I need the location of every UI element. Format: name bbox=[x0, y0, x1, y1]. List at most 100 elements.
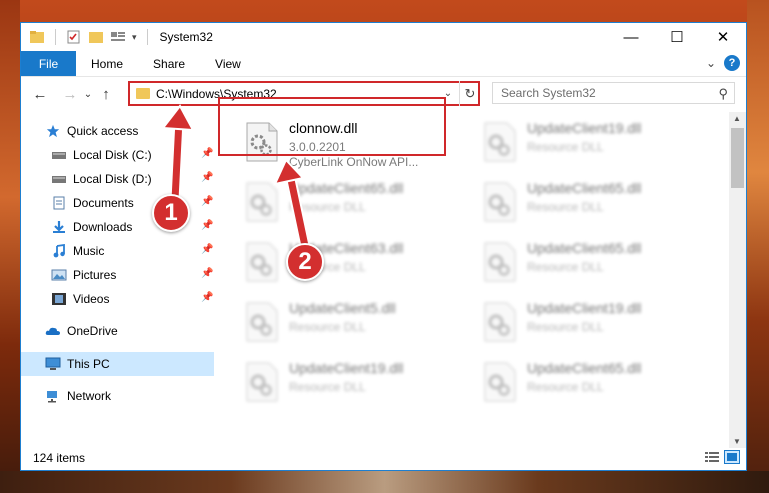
expand-ribbon-icon[interactable]: ⌄ bbox=[706, 56, 716, 70]
file-type: Resource DLL bbox=[289, 200, 366, 214]
callout-2: 2 bbox=[286, 243, 324, 281]
pc-icon bbox=[45, 357, 61, 370]
nav-item-local-disk-d[interactable]: Local Disk (D:) 📌 bbox=[51, 168, 213, 190]
desktop-background-bottom bbox=[0, 471, 769, 493]
tab-home[interactable]: Home bbox=[76, 51, 138, 76]
pin-icon[interactable]: 📌 bbox=[201, 148, 213, 159]
status-bar: 124 items bbox=[21, 446, 746, 470]
details-view-icon[interactable] bbox=[704, 450, 720, 464]
dll-file-icon bbox=[246, 362, 278, 402]
nav-item-videos[interactable]: Videos 📌 bbox=[51, 288, 213, 310]
pin-icon[interactable]: 📌 bbox=[201, 292, 213, 303]
pin-icon[interactable]: 📌 bbox=[201, 172, 213, 183]
nav-item-label: Network bbox=[67, 389, 112, 403]
properties-icon[interactable] bbox=[66, 30, 82, 44]
nav-item-label: Videos bbox=[73, 292, 110, 306]
forward-button[interactable]: → bbox=[59, 83, 81, 105]
scroll-up-icon[interactable]: ▲ bbox=[733, 114, 741, 123]
pin-icon[interactable]: 📌 bbox=[201, 196, 213, 207]
main-area: Quick access Local Disk (C:) 📌 Local Dis… bbox=[21, 112, 746, 448]
nav-item-label: OneDrive bbox=[67, 324, 118, 338]
search-placeholder: Search System32 bbox=[501, 86, 596, 100]
nav-item-label: Documents bbox=[73, 196, 134, 210]
nav-item-pictures[interactable]: Pictures 📌 bbox=[51, 264, 213, 286]
nav-item-documents[interactable]: Documents 📌 bbox=[51, 192, 213, 214]
file-item[interactable]: UpdateClient65.dll Resource DLL bbox=[479, 352, 704, 408]
search-icon[interactable]: ⚲ bbox=[718, 86, 728, 102]
dll-file-icon bbox=[484, 122, 516, 162]
file-name: UpdateClient65.dll bbox=[527, 180, 642, 196]
minimize-button[interactable]: — bbox=[608, 23, 654, 51]
tab-file[interactable]: File bbox=[21, 51, 76, 76]
file-type: Resource DLL bbox=[527, 260, 604, 274]
file-item[interactable]: UpdateClient19.dll Resource DLL bbox=[479, 292, 704, 348]
tab-share[interactable]: Share bbox=[138, 51, 200, 76]
dll-file-icon bbox=[484, 302, 516, 342]
file-item[interactable]: UpdateClient19.dll Resource DLL bbox=[479, 112, 704, 168]
file-name: UpdateClient19.dll bbox=[527, 300, 642, 316]
music-icon bbox=[53, 244, 65, 258]
nav-item-local-disk-c[interactable]: Local Disk (C:) 📌 bbox=[51, 144, 213, 166]
drive-icon bbox=[52, 152, 66, 159]
file-item[interactable]: UpdateClient5.dll Resource DLL bbox=[241, 292, 466, 348]
quick-access-toolbar: ▾ bbox=[21, 29, 152, 45]
tiles-view-icon[interactable] bbox=[724, 450, 740, 464]
file-item[interactable]: UpdateClient65.dll Resource DLL bbox=[479, 232, 704, 288]
back-button[interactable]: ← bbox=[29, 83, 51, 105]
dll-file-icon bbox=[484, 242, 516, 282]
view-toggle bbox=[704, 450, 740, 464]
recent-locations-button[interactable]: ⌄ bbox=[81, 83, 95, 105]
file-explorer-window: ▾ System32 — ☐ ✕ File Home Share View ⌄ … bbox=[20, 22, 747, 471]
file-highlight-box bbox=[218, 97, 446, 156]
folder-icon bbox=[30, 31, 44, 43]
nav-item-network[interactable]: Network bbox=[45, 385, 111, 407]
nav-item-downloads[interactable]: Downloads 📌 bbox=[51, 216, 213, 238]
close-button[interactable]: ✕ bbox=[700, 23, 746, 51]
file-item[interactable]: UpdateClient63.dll Resource DLL bbox=[241, 232, 466, 288]
nav-item-label: Quick access bbox=[67, 124, 139, 138]
file-item[interactable]: UpdateClient65.dll Resource DLL bbox=[479, 172, 704, 228]
file-description: CyberLink OnNow API... bbox=[289, 155, 419, 169]
nav-item-label: Downloads bbox=[73, 220, 133, 234]
pictures-icon bbox=[51, 269, 67, 281]
file-list: clonnow.dll 3.0.0.2201 CyberLink OnNow A… bbox=[221, 112, 729, 448]
onedrive-icon bbox=[45, 327, 60, 335]
dll-file-icon bbox=[246, 242, 278, 282]
file-item[interactable]: UpdateClient65.dll Resource DLL bbox=[241, 172, 466, 228]
dll-file-icon bbox=[246, 302, 278, 342]
file-item[interactable]: UpdateClient19.dll Resource DLL bbox=[241, 352, 466, 408]
scroll-down-icon[interactable]: ▼ bbox=[733, 437, 741, 446]
nav-item-onedrive[interactable]: OneDrive bbox=[45, 320, 118, 342]
toolbar-separator bbox=[146, 29, 148, 45]
scroll-thumb[interactable] bbox=[731, 128, 744, 188]
new-folder-icon[interactable] bbox=[88, 30, 104, 44]
ribbon-tabs: File Home Share View ⌄ ? bbox=[21, 51, 746, 77]
nav-item-this-pc[interactable]: This PC bbox=[45, 353, 110, 375]
pin-icon[interactable]: 📌 bbox=[201, 268, 213, 279]
toolbar-separator bbox=[55, 29, 56, 45]
pin-icon[interactable]: 📌 bbox=[201, 220, 213, 231]
toolbar-dropdown-icon[interactable]: ▾ bbox=[132, 32, 137, 43]
pin-icon[interactable]: 📌 bbox=[201, 244, 213, 255]
tab-view[interactable]: View bbox=[200, 51, 256, 76]
nav-item-label: Pictures bbox=[73, 268, 117, 282]
nav-item-quick-access[interactable]: Quick access bbox=[45, 120, 138, 142]
nav-item-music[interactable]: Music 📌 bbox=[51, 240, 213, 262]
desktop-background-left bbox=[0, 0, 20, 493]
search-input[interactable]: Search System32 ⚲ bbox=[492, 82, 735, 104]
file-name: UpdateClient65.dll bbox=[527, 360, 642, 376]
navigation-pane: Quick access Local Disk (C:) 📌 Local Dis… bbox=[21, 112, 214, 448]
item-count: 124 items bbox=[33, 451, 86, 465]
callout-1: 1 bbox=[152, 194, 190, 232]
refresh-icon[interactable]: ↻ bbox=[459, 81, 480, 106]
file-name: UpdateClient65.dll bbox=[289, 180, 404, 196]
vertical-scrollbar[interactable]: ▲ ▼ bbox=[729, 112, 746, 448]
file-type: Resource DLL bbox=[527, 140, 604, 154]
maximize-button[interactable]: ☐ bbox=[654, 23, 700, 51]
file-name: UpdateClient65.dll bbox=[527, 240, 642, 256]
customize-toolbar-icon[interactable] bbox=[110, 30, 126, 44]
file-type: Resource DLL bbox=[527, 200, 604, 214]
nav-item-label: Local Disk (C:) bbox=[73, 148, 152, 162]
up-button[interactable]: ↑ bbox=[95, 83, 117, 105]
help-icon[interactable]: ? bbox=[724, 55, 740, 71]
